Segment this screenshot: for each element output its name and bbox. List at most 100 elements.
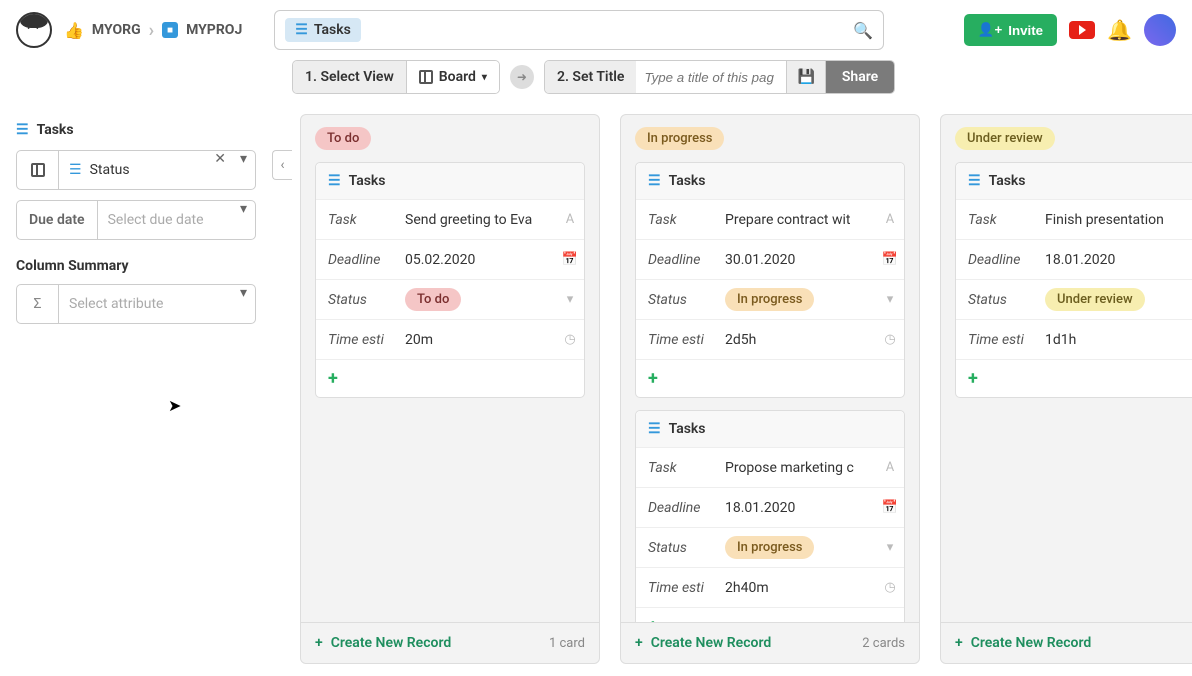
record-card[interactable]: ☰ Tasks Task Finish presentation A Deadl… <box>955 162 1192 398</box>
title-input[interactable] <box>636 61 786 93</box>
dropdown-icon: ▾ <box>556 292 584 307</box>
create-record-button[interactable]: + Create New Record <box>635 635 771 651</box>
breadcrumb-project[interactable]: MYPROJ <box>186 22 242 38</box>
card-row-status[interactable]: Status In progress ▾ <box>636 280 904 320</box>
filter-placeholder: Select due date <box>98 201 232 239</box>
card-row-task[interactable]: Task Send greeting to Eva A <box>316 200 584 240</box>
sigma-icon: Σ <box>17 285 59 323</box>
clock-icon: ◷ <box>876 580 904 595</box>
add-field-button[interactable]: + <box>636 608 904 622</box>
card-row-status[interactable]: Status In progress ▾ <box>636 528 904 568</box>
card-row-task[interactable]: Task Propose marketing c A <box>636 448 904 488</box>
field-label: Status <box>636 540 721 556</box>
chevron-down-icon[interactable]: ▾ <box>232 201 255 239</box>
user-avatar[interactable] <box>1144 14 1176 46</box>
columns-icon <box>17 151 59 189</box>
card-row-task[interactable]: Task Prepare contract wit A <box>636 200 904 240</box>
chevron-down-icon: ▾ <box>482 72 487 83</box>
record-card[interactable]: ☰ Tasks Task Prepare contract wit A Dead… <box>635 162 905 398</box>
step1-label: 1. Select View <box>293 61 406 93</box>
chevron-down-icon[interactable]: ▾ <box>232 151 255 189</box>
field-value: In progress <box>721 536 876 559</box>
status-pill[interactable]: In progress <box>635 127 724 150</box>
field-value: 2d5h <box>721 332 876 348</box>
card-heading: ☰ Tasks <box>316 163 584 200</box>
card-row-time[interactable]: Time esti 2d5h ◷ <box>636 320 904 360</box>
field-value: Finish presentation <box>1041 212 1192 228</box>
field-label: Deadline <box>956 252 1041 268</box>
create-record-label: Create New Record <box>331 635 452 651</box>
card-row-task[interactable]: Task Finish presentation A <box>956 200 1192 240</box>
group-by-selector[interactable]: ☰ Status ✕ ▾ <box>16 150 256 190</box>
plus-icon: + <box>955 635 963 651</box>
add-field-button[interactable]: + <box>636 360 904 397</box>
create-record-button[interactable]: + Create New Record <box>315 635 451 651</box>
field-value: Propose marketing c <box>721 460 876 476</box>
search-input[interactable] <box>369 22 846 38</box>
column-header: In progress <box>621 115 919 162</box>
field-label: Time esti <box>636 580 721 596</box>
view-selector: 1. Select View Board ▾ <box>292 60 500 94</box>
field-value: 05.02.2020 <box>401 252 556 268</box>
card-row-status[interactable]: Status To do ▾ <box>316 280 584 320</box>
card-row-status[interactable]: Status Under review ▾ <box>956 280 1192 320</box>
summary-selector[interactable]: Σ Select attribute ▾ <box>16 284 256 324</box>
dropdown-icon: ▾ <box>876 540 904 555</box>
header-actions: 👤+ Invite 🔔 <box>964 14 1176 46</box>
calendar-icon: 📅 <box>556 252 584 267</box>
share-button[interactable]: Share <box>825 61 894 93</box>
column-footer: + Create New Record 1 card <box>301 622 599 663</box>
field-label: Status <box>316 292 401 308</box>
board-column: To do ☰ Tasks Task Send greeting to Eva … <box>300 114 600 664</box>
card-row-time[interactable]: Time esti 1d1h ◷ <box>956 320 1192 360</box>
record-card[interactable]: ☰ Tasks Task Send greeting to Eva A Dead… <box>315 162 585 398</box>
text-icon: A <box>876 212 904 227</box>
field-label: Time esti <box>956 332 1041 348</box>
card-row-deadline[interactable]: Deadline 30.01.2020 📅 <box>636 240 904 280</box>
search-chip[interactable]: ☰ Tasks <box>285 18 361 42</box>
bell-icon[interactable]: 🔔 <box>1107 18 1132 42</box>
field-value: Prepare contract wit <box>721 212 876 228</box>
field-value: To do <box>401 288 556 311</box>
field-value: Under review <box>1041 288 1192 311</box>
step2-label: 2. Set Title <box>545 61 637 93</box>
board-dropdown[interactable]: Board ▾ <box>406 61 499 93</box>
create-record-button[interactable]: + Create New Record <box>955 635 1091 651</box>
column-body: ☰ Tasks Task Prepare contract wit A Dead… <box>621 162 919 622</box>
breadcrumb-org[interactable]: MYORG <box>92 22 141 38</box>
save-icon[interactable]: 💾 <box>786 61 824 93</box>
invite-button[interactable]: 👤+ Invite <box>964 14 1057 46</box>
card-row-time[interactable]: Time esti 20m ◷ <box>316 320 584 360</box>
field-value: 2h40m <box>721 580 876 596</box>
field-value: 18.01.2020 <box>721 500 876 516</box>
summary-heading: Column Summary <box>16 258 256 274</box>
field-label: Status <box>956 292 1041 308</box>
dropdown-icon: ▾ <box>876 292 904 307</box>
filter-selector[interactable]: Due date Select due date ▾ <box>16 200 256 240</box>
youtube-icon[interactable] <box>1069 21 1095 39</box>
card-row-deadline[interactable]: Deadline 18.01.2020 📅 <box>956 240 1192 280</box>
add-field-button[interactable]: + <box>956 360 1192 397</box>
column-header: Under review <box>941 115 1192 162</box>
column-body: ☰ Tasks Task Send greeting to Eva A Dead… <box>301 162 599 622</box>
list-icon: ☰ <box>69 162 82 178</box>
clear-icon[interactable]: ✕ <box>208 151 232 189</box>
clock-icon: ◷ <box>876 332 904 347</box>
card-row-deadline[interactable]: Deadline 18.01.2020 📅 <box>636 488 904 528</box>
card-row-deadline[interactable]: Deadline 05.02.2020 📅 <box>316 240 584 280</box>
thumb-up-icon: 👍 <box>64 21 84 40</box>
search-container: ☰ Tasks 🔍 <box>274 10 884 50</box>
card-row-time[interactable]: Time esti 2h40m ◷ <box>636 568 904 608</box>
invite-label: Invite <box>1008 23 1043 38</box>
status-pill[interactable]: Under review <box>955 127 1055 150</box>
chevron-down-icon[interactable]: ▾ <box>232 285 255 323</box>
field-label: Time esti <box>316 332 401 348</box>
clock-icon: ◷ <box>556 332 584 347</box>
search-icon[interactable]: 🔍 <box>853 21 873 40</box>
card-heading: ☰ Tasks <box>636 163 904 200</box>
record-card[interactable]: ☰ Tasks Task Propose marketing c A Deadl… <box>635 410 905 622</box>
add-field-button[interactable]: + <box>316 360 584 397</box>
search-box[interactable]: ☰ Tasks 🔍 <box>274 10 884 50</box>
status-pill[interactable]: To do <box>315 127 371 150</box>
app-logo[interactable] <box>16 12 52 48</box>
